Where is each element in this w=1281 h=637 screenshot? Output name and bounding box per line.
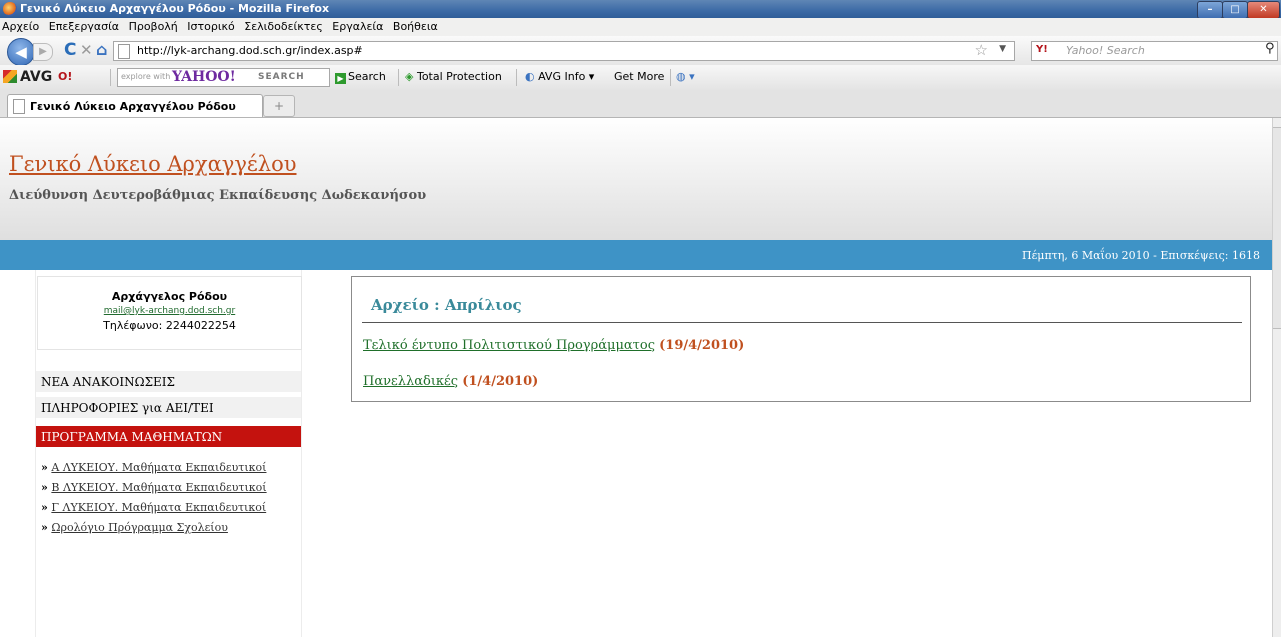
site-title[interactable]: Γενικό Λύκειο Αρχαγγέλου [9,152,297,176]
sidebar-sublink[interactable]: » Β ΛΥΚΕΙΟΥ. Μαθήματα Εκπαιδευτικοί [41,481,267,494]
search-placeholder[interactable]: Yahoo! Search [1066,44,1145,57]
minimize-button[interactable]: – [1197,1,1223,19]
bullet: » [41,461,48,474]
stop-icon[interactable]: ✕ [80,41,93,59]
site-subtitle: Διεύθυνση Δευτεροβάθμιας Εκπαίδευσης Δωδ… [9,188,427,203]
archive-entry-link[interactable]: Τελικό έντυπο Πολιτιστικού Προγράμματος [363,338,655,353]
shield-icon: ◈ [405,70,417,83]
menu-help[interactable]: Βοήθεια [391,18,442,33]
title-bar: Γενικό Λύκειο Αρχαγγέλου Ρόδου - Mozilla… [0,0,1281,19]
sublink-label[interactable]: Β ΛΥΚΕΙΟΥ. Μαθήματα Εκπαιδευτικοί [51,481,266,494]
tab-page-icon [13,99,25,114]
tab-active[interactable]: Γενικό Λύκειο Αρχαγγέλου Ρόδου [7,94,263,117]
tab-strip: Γενικό Λύκειο Αρχαγγέλου Ρόδου + [0,90,1281,118]
menu-bookmarks[interactable]: Σελιδοδείκτες [242,18,327,33]
yahoo-search-field[interactable]: Y! Yahoo! Search [1031,41,1278,61]
avg-logo-icon [3,70,17,83]
archive-entry: Τελικό έντυπο Πολιτιστικού Προγράμματος … [363,338,744,353]
menu-bar: Αρχείο Επεξεργασία Προβολή Ιστορικό Σελι… [0,18,1281,37]
reload-icon[interactable]: C [64,41,76,59]
toolbar-divider [398,69,399,86]
scrollbar-thumb[interactable] [1273,127,1281,329]
sidebar-sublink[interactable]: » Ωρολόγιο Πρόγραμμα Σχολείου [41,521,228,534]
menu-history[interactable]: Ιστορικό [185,18,239,33]
archive-entry-date: (1/4/2010) [462,374,539,389]
forward-button[interactable]: ▶ [33,43,53,61]
search-arrow-icon: ▶ [335,73,346,84]
menu-file[interactable]: Αρχείο [0,18,43,33]
avg-label: AVG [20,69,53,85]
close-button[interactable]: ✕ [1247,1,1280,19]
sidebar: Αρχάγγελος Ρόδου mail@lyk-archang.dod.sc… [35,270,302,637]
toolbar-search-button[interactable]: ▶ Search [335,70,386,84]
yahoo-engine-icon[interactable]: Y! [1036,44,1048,55]
page-icon [118,44,130,59]
menu-tools[interactable]: Εργαλεία [330,18,387,33]
search-label: SEARCH [258,72,305,82]
url-bar[interactable]: http://lyk-archang.dod.sch.gr/index.asp#… [113,41,1015,61]
tab-label: Γενικό Λύκειο Αρχαγγέλου Ρόδου [30,100,236,113]
home-icon[interactable]: ⌂ [96,41,107,59]
sidebar-sublink[interactable]: » Γ ΛΥΚΕΙΟΥ. Μαθήματα Εκπαιδευτικοί [41,501,266,514]
url-text[interactable]: http://lyk-archang.dod.sch.gr/index.asp# [137,44,363,57]
toolbar-divider [516,69,517,86]
extra-tool-icon[interactable]: ◍ ▾ [676,70,695,83]
navigation-bar: ◀ ▶ C ✕ ⌂ http://lyk-archang.dod.sch.gr/… [0,36,1281,66]
back-button[interactable]: ◀ [7,38,35,66]
avg-info-label: AVG Info [538,70,586,83]
archive-entry: Πανελλαδικές (1/4/2010) [363,374,538,389]
date-visits: Πέμπτη, 6 Μαΐου 2010 - Επισκέψεις: 1618 [1022,249,1260,262]
archive-heading: Αρχείο : Απρίλιος [371,296,522,314]
info-bar: Πέμπτη, 6 Μαΐου 2010 - Επισκέψεις: 1618 [0,240,1272,270]
avg-logo[interactable]: AVG [3,69,52,85]
heading-divider [362,322,1242,323]
sidebar-item-timetable[interactable]: ΠΡΟΓΡΑΜΜΑ ΜΑΘΗΜΑΤΩΝ [36,426,301,447]
toolbar-divider [110,69,111,86]
contact-box: Αρχάγγελος Ρόδου mail@lyk-archang.dod.sc… [37,276,302,350]
bullet: » [41,481,48,494]
search-icon[interactable]: ⚲ [1265,41,1275,56]
firefox-icon [3,2,17,16]
bullet: » [41,521,48,534]
page-scrollbar[interactable] [1272,118,1281,637]
avg-toolbar: AVG O! explore with YAHOO! SEARCH ▶ Searc… [0,65,1281,91]
get-more-button[interactable]: Get More [614,70,664,83]
contact-email-link[interactable]: mail@lyk-archang.dod.sch.gr [38,306,301,316]
archive-panel: Αρχείο : Απρίλιος Τελικό έντυπο Πολιτιστ… [351,276,1251,402]
menu-edit[interactable]: Επεξεργασία [47,18,123,33]
bullet: » [41,501,48,514]
toolbar-search-field[interactable]: explore with YAHOO! SEARCH [117,68,330,87]
contact-phone: Τηλέφωνο: 2244022254 [103,319,236,332]
yahoo-mini-button[interactable]: O! [58,70,72,83]
site-header: Γενικό Λύκειο Αρχαγγέλου Διεύθυνση Δευτε… [0,118,1272,240]
bookmark-star-icon[interactable]: ☆ [975,41,988,59]
total-protection-label: Total Protection [416,70,502,83]
total-protection-button[interactable]: ◈ Total Protection [405,70,502,83]
sidebar-sublink[interactable]: » Α ΛΥΚΕΙΟΥ. Μαθήματα Εκπαιδευτικοί [41,461,266,474]
toolbar-search-label: Search [348,70,386,83]
new-tab-button[interactable]: + [263,95,295,117]
sidebar-item-announcements[interactable]: ΝΕΑ ΑΝΑΚΟΙΝΩΣΕΙΣ [36,371,301,392]
archive-entry-link[interactable]: Πανελλαδικές [363,374,458,389]
info-icon: ◐ [525,70,539,83]
explore-text: explore with [121,72,171,81]
avg-info-button[interactable]: ◐ AVG Info ▾ [525,70,594,83]
maximize-button[interactable]: □ [1222,1,1248,19]
yahoo-brand: YAHOO! [172,69,236,85]
menu-view[interactable]: Προβολή [127,18,182,33]
toolbar-divider [670,69,671,86]
sidebar-item-university-info[interactable]: ΠΛΗΡΟΦΟΡΙΕΣ για ΑΕΙ/ΤΕΙ [36,397,301,418]
url-dropdown-icon[interactable]: ▼ [999,44,1006,54]
contact-name: Αρχάγγελος Ρόδου [111,290,228,303]
sublink-label[interactable]: Ωρολόγιο Πρόγραμμα Σχολείου [51,521,228,534]
window-title: Γενικό Λύκειο Αρχαγγέλου Ρόδου - Mozilla… [20,2,330,15]
sublink-label[interactable]: Γ ΛΥΚΕΙΟΥ. Μαθήματα Εκπαιδευτικοί [51,501,266,514]
sublink-label[interactable]: Α ΛΥΚΕΙΟΥ. Μαθήματα Εκπαιδευτικοί [51,461,266,474]
archive-entry-date: (19/4/2010) [659,338,745,353]
